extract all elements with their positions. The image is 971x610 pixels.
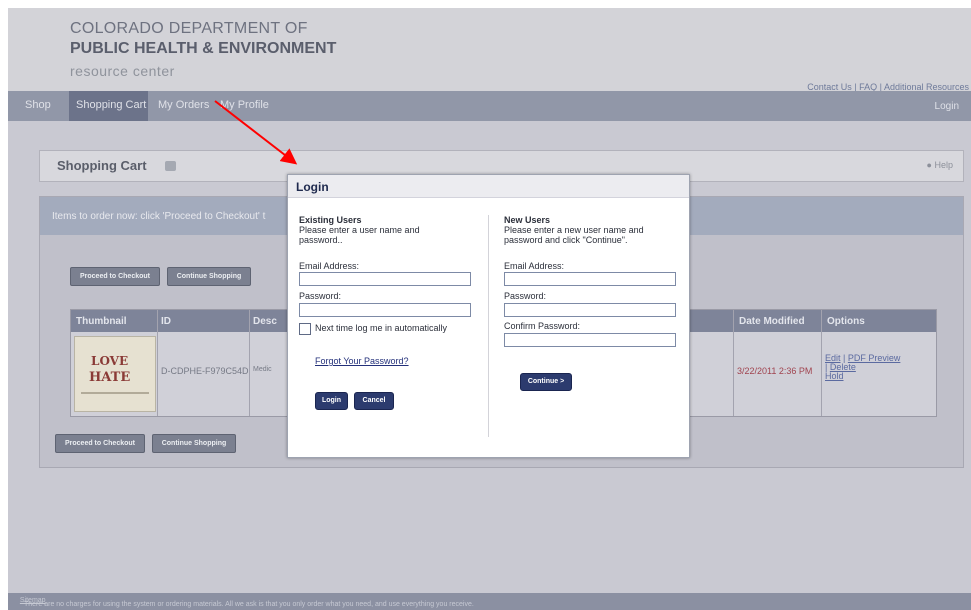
proceed-to-checkout-button-top[interactable]: Proceed to Checkout	[70, 267, 160, 286]
item-date: 3/22/2011 2:36 PM	[737, 366, 813, 376]
cart-icon	[165, 161, 176, 171]
continue-button[interactable]: Continue >	[520, 373, 572, 391]
existing-users-heading: Existing Users	[299, 215, 362, 225]
existing-email-label: Email Address:	[299, 261, 360, 271]
help-link[interactable]: ● Help	[927, 160, 953, 170]
col-options: Options	[827, 316, 865, 327]
new-users-desc-2: password and click "Continue".	[504, 235, 628, 245]
proceed-to-checkout-button-bottom[interactable]: Proceed to Checkout	[55, 434, 145, 453]
col-divider	[249, 310, 250, 416]
remember-me-label: Next time log me in automatically	[315, 323, 448, 333]
col-divider	[157, 310, 158, 416]
login-button[interactable]: Login	[315, 392, 348, 410]
cancel-button[interactable]: Cancel	[354, 392, 394, 410]
site-header: COLORADO DEPARTMENT OF PUBLIC HEALTH & E…	[8, 8, 971, 92]
dialog-header: Login	[288, 175, 689, 198]
nav-shopping-cart[interactable]: Shopping Cart	[76, 99, 146, 111]
nav-login-link[interactable]: Login	[935, 101, 959, 112]
main-nav: Shop Shopping Cart My Orders My Profile …	[8, 91, 971, 121]
login-dialog: Login Existing Users Please enter a user…	[287, 174, 690, 458]
dialog-divider	[488, 215, 489, 437]
new-email-input[interactable]	[504, 272, 676, 286]
existing-email-input[interactable]	[299, 272, 471, 286]
confirm-password-label: Confirm Password:	[504, 321, 581, 331]
new-users-heading: New Users	[504, 215, 551, 225]
nav-shop[interactable]: Shop	[25, 99, 51, 111]
existing-users-desc-2: password..	[299, 235, 343, 245]
nav-my-orders[interactable]: My Orders	[158, 99, 209, 111]
continue-shopping-button-bottom[interactable]: Continue Shopping	[152, 434, 236, 453]
col-date-modified: Date Modified	[739, 316, 805, 327]
footer-message: There are no charges for using the syste…	[24, 601, 474, 608]
existing-password-label: Password:	[299, 291, 342, 301]
item-desc: Medic	[253, 366, 272, 373]
help-label: Help	[934, 160, 953, 170]
continue-shopping-button-top[interactable]: Continue Shopping	[167, 267, 251, 286]
col-thumbnail: Thumbnail	[76, 316, 127, 327]
new-users-section: New Users Please enter a new user name a…	[504, 215, 644, 245]
confirm-password-input[interactable]	[504, 333, 676, 347]
existing-users-section: Existing Users Please enter a user name …	[299, 215, 420, 245]
logo-line-3: resource center	[70, 63, 175, 79]
page-title: Shopping Cart	[57, 158, 147, 173]
thumb-rule	[81, 392, 149, 394]
thumb-text-2: HATE	[89, 370, 131, 385]
col-id: ID	[161, 316, 171, 327]
footer-text: There are no charges for using the syste…	[16, 597, 474, 608]
forgot-password-link[interactable]: Forgot Your Password?	[315, 356, 409, 366]
new-password-label: Password:	[504, 291, 547, 301]
existing-users-desc-1: Please enter a user name and	[299, 225, 420, 235]
new-users-desc-1: Please enter a new user name and	[504, 225, 644, 235]
remember-me-checkbox[interactable]	[299, 323, 311, 335]
item-options: Edit | PDF Preview | Delete Hold	[825, 353, 901, 381]
site-footer: There are no charges for using the syste…	[8, 593, 971, 610]
existing-password-input[interactable]	[299, 303, 471, 317]
instructions-text: Items to order now: click 'Proceed to Ch…	[52, 211, 266, 222]
dialog-title: Login	[296, 180, 329, 194]
col-divider	[821, 310, 822, 416]
logo-line-1: COLORADO DEPARTMENT OF	[70, 20, 308, 37]
col-desc: Desc	[253, 316, 277, 327]
new-password-input[interactable]	[504, 303, 676, 317]
item-thumbnail[interactable]: LOVE HATE	[74, 336, 156, 412]
item-id: D-CDPHE-F979C54D	[161, 366, 249, 376]
nav-my-profile[interactable]: My Profile	[220, 99, 269, 111]
thumb-text-1: LOVE	[91, 354, 129, 368]
col-divider	[733, 310, 734, 416]
logo-line-2: PUBLIC HEALTH & ENVIRONMENT	[70, 40, 337, 57]
new-email-label: Email Address:	[504, 261, 565, 271]
hold-link[interactable]: Hold	[825, 371, 844, 381]
